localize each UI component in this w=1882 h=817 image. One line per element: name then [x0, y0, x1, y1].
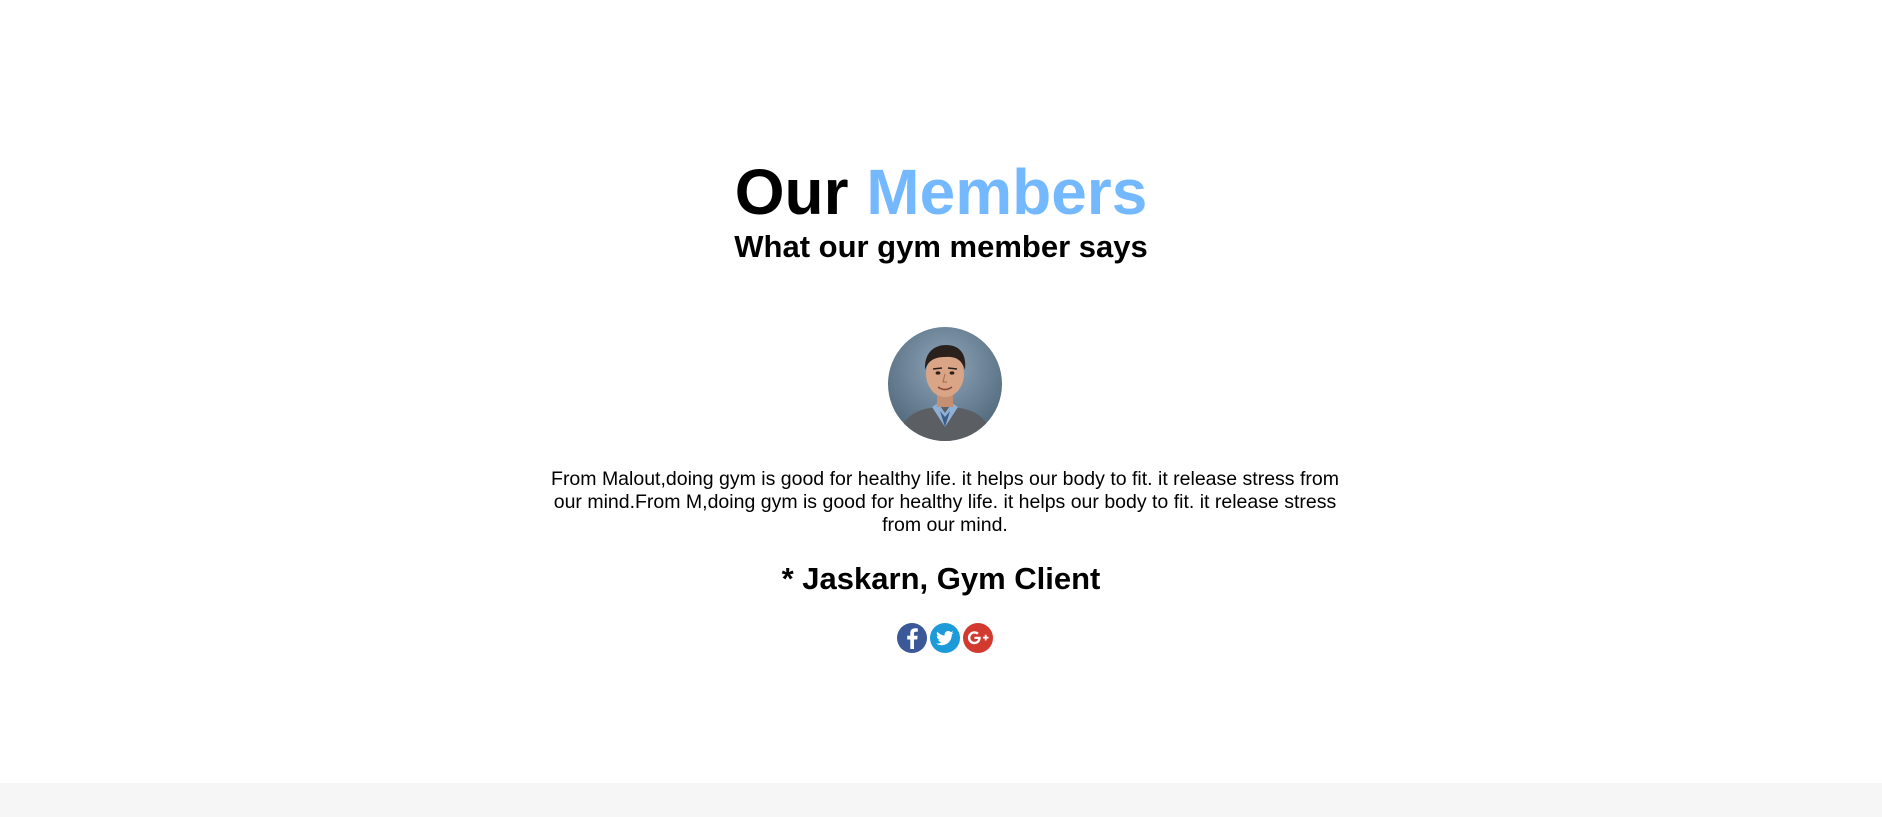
heading-part-members: Members [866, 156, 1148, 228]
facebook-icon[interactable] [896, 622, 928, 654]
section-heading: Our Members [0, 156, 1882, 228]
google-plus-icon[interactable] [962, 622, 994, 654]
footer-band [0, 783, 1882, 817]
page: Our Members What our gym member says Fro… [0, 0, 1882, 817]
testimonial-text: From Malout,doing gym is good for health… [551, 468, 1339, 536]
members-section: Our Members What our gym member says Fro… [0, 0, 1882, 783]
member-portrait-icon [888, 327, 1002, 441]
twitter-icon[interactable] [929, 622, 961, 654]
member-avatar [888, 327, 1002, 441]
heading-part-our: Our [734, 156, 849, 228]
section-subheading: What our gym member says [734, 229, 1148, 264]
social-icons [896, 622, 996, 654]
client-name: * Jaskarn, Gym Client [781, 561, 1101, 596]
